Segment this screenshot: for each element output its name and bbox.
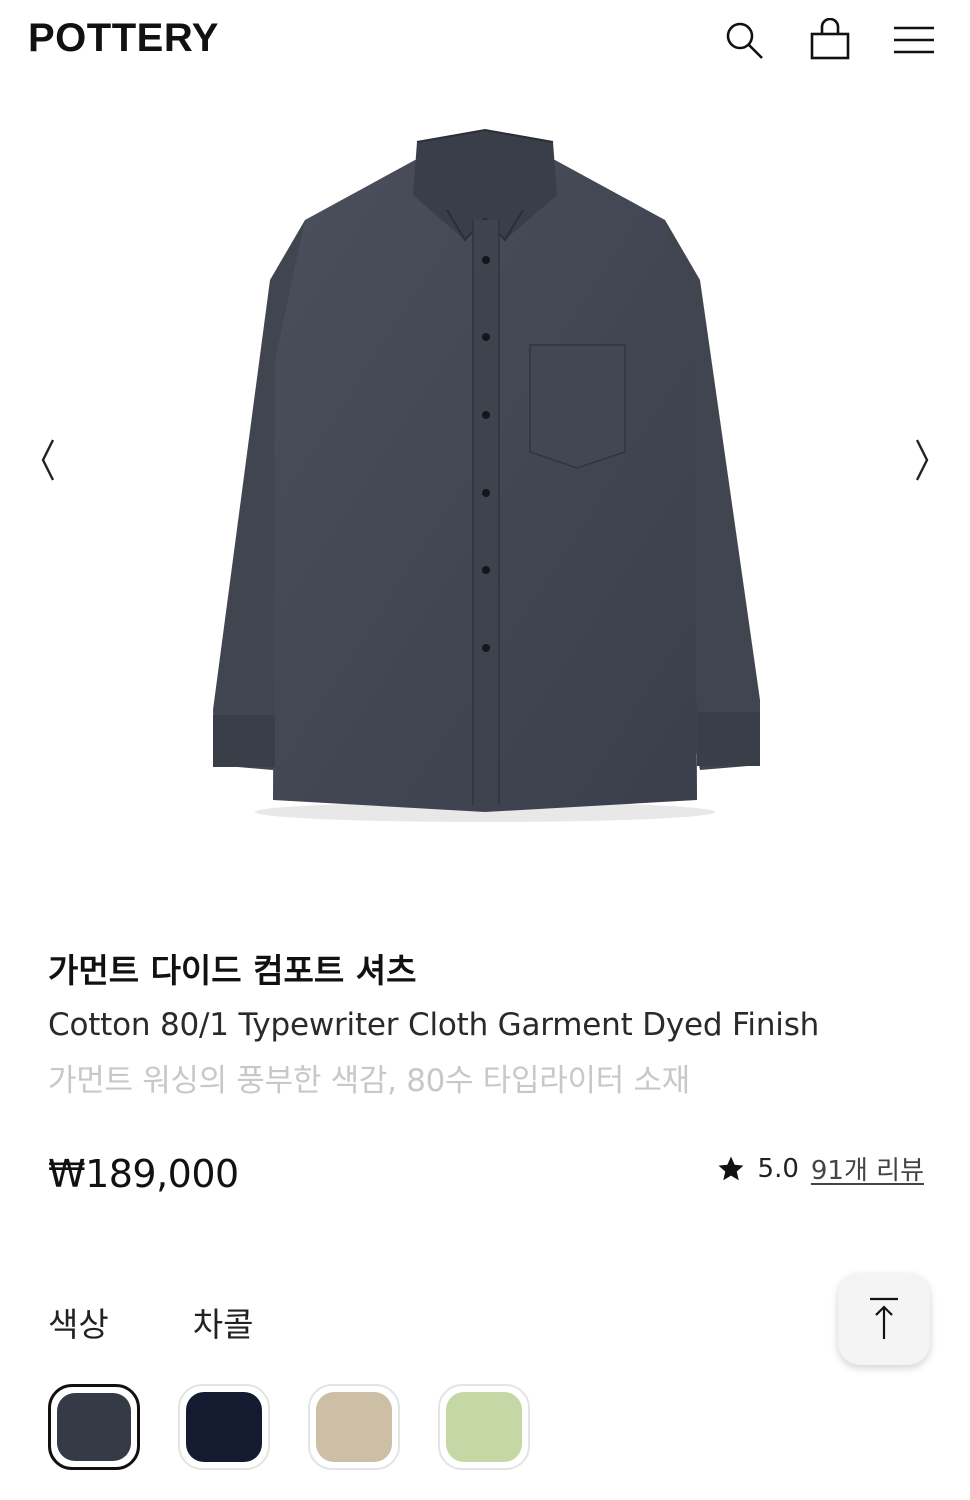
color-swatch-navy[interactable]: [178, 1384, 270, 1470]
color-swatch-fill: [57, 1393, 131, 1461]
chevron-right-icon[interactable]: [902, 430, 942, 490]
rating-score: 5.0: [757, 1153, 799, 1184]
color-swatch-fill: [446, 1392, 522, 1462]
product-title: 가먼트 다이드 컴포트 셔츠: [48, 951, 417, 990]
product-description: 가먼트 워싱의 풍부한 색감, 80수 타입라이터 소재: [48, 1063, 690, 1099]
color-swatch-charcoal[interactable]: [48, 1384, 140, 1470]
color-swatches: [48, 1384, 530, 1470]
scroll-to-top-button[interactable]: [838, 1273, 930, 1365]
selected-color-name: 차콜: [192, 1305, 254, 1344]
color-option-header: 색상 차콜: [48, 1298, 253, 1346]
chevron-left-icon[interactable]: [28, 430, 68, 490]
arrow-up-to-top-icon: [870, 1297, 898, 1339]
product-image: [185, 100, 785, 840]
reviews-link[interactable]: 91개 리뷰: [811, 1150, 924, 1187]
product-price: ₩189,000: [48, 1152, 239, 1196]
hamburger-menu-icon[interactable]: [890, 16, 938, 64]
color-swatch-fill: [316, 1392, 392, 1462]
product-image-carousel[interactable]: [0, 80, 970, 860]
search-icon[interactable]: [720, 16, 768, 64]
color-swatch-beige[interactable]: [308, 1384, 400, 1470]
header: POTTERY: [0, 0, 970, 80]
color-swatch-fill: [186, 1392, 262, 1462]
product-rating: 5.0 91개 리뷰: [716, 1150, 924, 1187]
product-subtitle: Cotton 80/1 Typewriter Cloth Garment Dye…: [48, 1007, 820, 1043]
color-swatch-light-green[interactable]: [438, 1384, 530, 1470]
brand-logo[interactable]: POTTERY: [28, 16, 219, 61]
shopping-bag-icon[interactable]: [806, 16, 854, 64]
product-info: 가먼트 다이드 컴포트 셔츠 Cotton 80/1 Typewriter Cl…: [48, 945, 928, 1109]
color-label: 색상: [48, 1305, 109, 1344]
star-icon: [718, 1156, 744, 1180]
